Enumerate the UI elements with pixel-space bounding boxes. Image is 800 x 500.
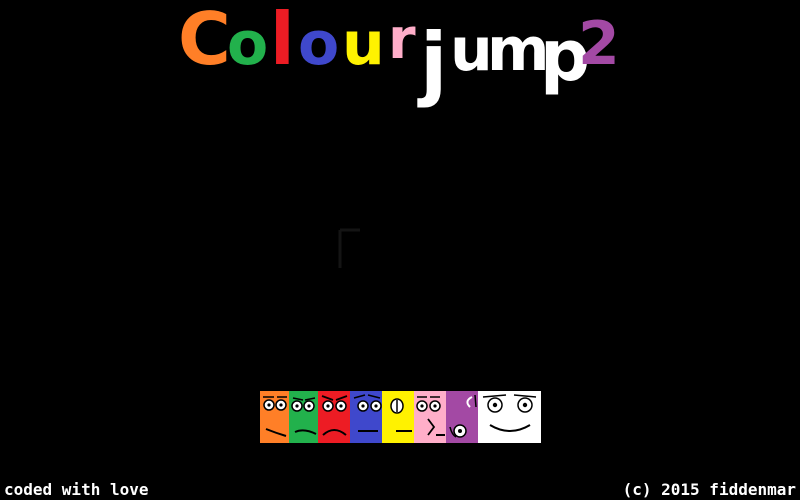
pink-face	[414, 391, 446, 443]
red-face	[318, 391, 350, 443]
title-letter-j: j	[417, 16, 447, 109]
character-lineup	[260, 391, 541, 443]
footer-credit-text: coded with love	[4, 480, 149, 499]
green-face	[289, 391, 318, 443]
title-letter-u: u	[342, 9, 385, 79]
title-letter-r: r	[388, 7, 416, 72]
white-face	[478, 391, 541, 443]
title-letter-2: 2	[578, 9, 620, 79]
blue-face	[350, 391, 382, 443]
orange-face	[260, 391, 289, 443]
title-letter-l: l	[270, 0, 295, 81]
purple-face	[446, 391, 478, 443]
title-letter-o1: o	[227, 9, 268, 79]
footer-copyright-text: (c) 2015 fiddenmar	[622, 480, 796, 499]
yellow-face	[382, 391, 414, 443]
loading-glyph	[338, 228, 360, 268]
title-letter-C: C	[178, 0, 231, 81]
title-letter-o2: o	[298, 9, 339, 79]
game-title-logo: C o l o u r j u m p 2	[178, 0, 620, 109]
